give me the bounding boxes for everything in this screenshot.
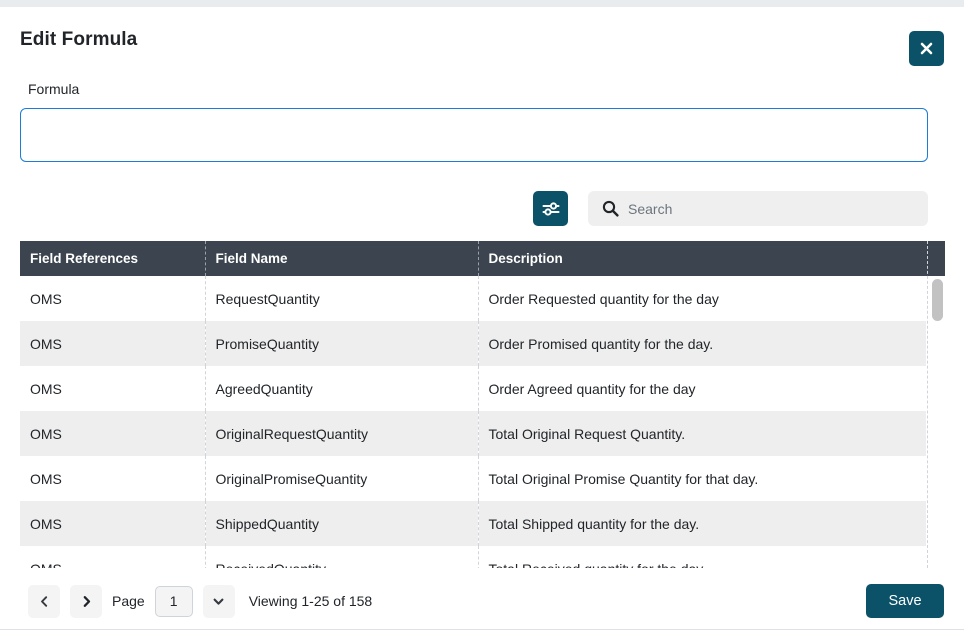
pagination-controls: Page Viewing 1-25 of 158 <box>28 584 372 618</box>
column-header-field-name[interactable]: Field Name <box>205 241 478 276</box>
table-row[interactable]: OMSPromiseQuantityOrder Promised quantit… <box>20 321 926 366</box>
column-header-field-references[interactable]: Field References <box>20 241 205 276</box>
page-number-input[interactable] <box>155 586 193 617</box>
table-scrollbar-thumb[interactable] <box>932 279 943 321</box>
chevron-right-icon <box>80 595 93 608</box>
table-head: Field References Field Name Description <box>20 241 926 276</box>
dialog-header: Edit Formula <box>0 7 964 70</box>
chevron-left-icon <box>38 595 51 608</box>
cell-field-reference: OMS <box>20 366 205 411</box>
save-button[interactable]: Save <box>866 584 944 618</box>
table-row[interactable]: OMSShippedQuantityTotal Shipped quantity… <box>20 501 926 546</box>
field-reference-table: Field References Field Name Description … <box>20 241 926 568</box>
page-label: Page <box>112 593 145 609</box>
cell-field-name: OriginalPromiseQuantity <box>205 456 478 501</box>
cell-field-name: PromiseQuantity <box>205 321 478 366</box>
cell-description: Total Shipped quantity for the day. <box>478 501 926 546</box>
sliders-filter-icon <box>541 199 561 219</box>
chevron-down-icon <box>212 595 225 608</box>
table-header-extension <box>926 241 945 276</box>
next-page-button[interactable] <box>70 585 102 618</box>
page-title: Edit Formula <box>20 29 137 51</box>
table-row[interactable]: OMSAgreedQuantityOrder Agreed quantity f… <box>20 366 926 411</box>
footer-divider <box>0 629 964 630</box>
cell-description: Order Requested quantity for the day <box>478 276 926 321</box>
table-scrollbar[interactable] <box>932 279 943 566</box>
formula-label: Formula <box>28 81 79 97</box>
search-icon <box>602 200 619 217</box>
page-dropdown-button[interactable] <box>203 585 235 618</box>
table-row[interactable]: OMSReceivedQuantityTotal Received quanti… <box>20 546 926 568</box>
column-header-description[interactable]: Description <box>478 241 926 276</box>
cell-description: Order Agreed quantity for the day <box>478 366 926 411</box>
cell-field-name: ShippedQuantity <box>205 501 478 546</box>
cell-description: Order Promised quantity for the day. <box>478 321 926 366</box>
cell-field-name: OriginalRequestQuantity <box>205 411 478 456</box>
table-body: OMSRequestQuantityOrder Requested quanti… <box>20 276 926 568</box>
cell-field-reference: OMS <box>20 501 205 546</box>
formula-input[interactable] <box>20 108 928 162</box>
field-table: Field References Field Name Description … <box>20 241 926 568</box>
cell-field-name: AgreedQuantity <box>205 366 478 411</box>
close-icon <box>919 41 934 56</box>
viewing-range-label: Viewing 1-25 of 158 <box>249 593 373 609</box>
top-strip <box>0 0 964 7</box>
cell-field-reference: OMS <box>20 411 205 456</box>
search-input[interactable] <box>628 191 922 226</box>
table-header-row: Field References Field Name Description <box>20 241 926 276</box>
cell-field-reference: OMS <box>20 321 205 366</box>
filter-button[interactable] <box>533 191 568 226</box>
table-row[interactable]: OMSOriginalPromiseQuantityTotal Original… <box>20 456 926 501</box>
table-right-edge <box>927 241 928 568</box>
cell-description: Total Original Request Quantity. <box>478 411 926 456</box>
previous-page-button[interactable] <box>28 585 60 618</box>
cell-field-reference: OMS <box>20 276 205 321</box>
search-box[interactable] <box>588 191 928 226</box>
table-row[interactable]: OMSRequestQuantityOrder Requested quanti… <box>20 276 926 321</box>
cell-field-reference: OMS <box>20 456 205 501</box>
close-button[interactable] <box>909 31 944 66</box>
cell-description: Total Original Promise Quantity for that… <box>478 456 926 501</box>
cell-field-name: ReceivedQuantity <box>205 546 478 568</box>
cell-field-name: RequestQuantity <box>205 276 478 321</box>
cell-description: Total Received quantity for the day. <box>478 546 926 568</box>
table-row[interactable]: OMSOriginalRequestQuantityTotal Original… <box>20 411 926 456</box>
cell-field-reference: OMS <box>20 546 205 568</box>
table-toolbar <box>0 191 964 227</box>
